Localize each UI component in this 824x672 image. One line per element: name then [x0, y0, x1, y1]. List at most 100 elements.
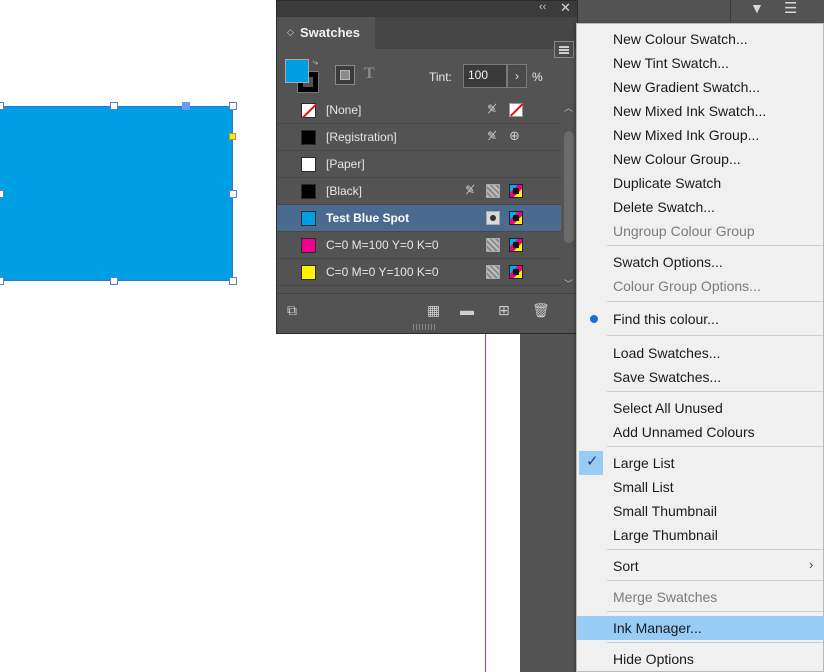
menu-item-new-mixed-ink-swatch[interactable]: New Mixed Ink Swatch... — [577, 99, 824, 123]
cc-libraries-icon[interactable]: ▦ — [427, 302, 440, 319]
tab-swatches[interactable]: ◇ Swatches — [277, 17, 375, 49]
menu-item-label: Find this colour... — [613, 311, 719, 327]
formatting-affects-container-button[interactable] — [335, 65, 355, 85]
show-swatch-kinds-icon[interactable]: ⧉ — [287, 302, 297, 319]
swatch-list-scrollbar[interactable]: ︿ ﹀ — [563, 101, 575, 293]
swatch-row-none[interactable]: [None] ✎̸ — [277, 97, 561, 124]
handle-top-left[interactable] — [0, 102, 4, 110]
menu-separator — [607, 611, 823, 612]
formatting-affects-text-button[interactable]: T — [364, 65, 375, 83]
menu-separator — [607, 580, 823, 581]
menu-item-merge-swatches[interactable]: Merge Swatches — [577, 585, 824, 609]
menu-item-ungroup-colour-group[interactable]: Ungroup Colour Group — [577, 219, 824, 243]
menu-item-label: Swatch Options... — [613, 254, 723, 270]
swatch-chip — [301, 103, 317, 119]
menu-item-select-all-unused[interactable]: Select All Unused — [577, 396, 824, 420]
swatch-row-paper[interactable]: [Paper] — [277, 151, 561, 178]
non-editable-icon: ✎̸ — [487, 102, 498, 116]
menu-item-swatch-options[interactable]: Swatch Options... — [577, 250, 824, 274]
swatch-row-black[interactable]: [Black] ✎̸ — [277, 178, 561, 205]
menu-item-save-swatches[interactable]: Save Swatches... — [577, 365, 824, 389]
panel-resize-grip[interactable] — [413, 324, 437, 330]
swatches-flyout-menu: New Colour Swatch... New Tint Swatch... … — [576, 23, 824, 672]
panel-title-bar[interactable]: ‹‹ ✕ — [277, 0, 577, 17]
scroll-up-icon[interactable]: ︿ — [564, 101, 573, 114]
menu-item-duplicate-swatch[interactable]: Duplicate Swatch — [577, 171, 824, 195]
menu-item-label: Delete Swatch... — [613, 199, 715, 215]
delete-swatch-trash-icon[interactable]: 🗑 — [532, 302, 550, 319]
swatch-row-magenta[interactable]: C=0 M=100 Y=0 K=0 — [277, 232, 561, 259]
menu-item-ink-manager[interactable]: Ink Manager... — [577, 616, 824, 640]
swatch-chip — [301, 130, 316, 145]
menu-item-label: Small Thumbnail — [613, 503, 718, 519]
menu-item-label: Colour Group Options... — [613, 278, 761, 294]
menu-separator — [607, 549, 823, 550]
menu-item-new-colour-swatch[interactable]: New Colour Swatch... — [577, 27, 824, 51]
process-color-icon — [509, 211, 523, 225]
swatch-name: C=0 M=100 Y=0 K=0 — [326, 238, 439, 252]
menu-item-colour-group-options[interactable]: Colour Group Options... — [577, 274, 824, 298]
menu-item-large-list[interactable]: ✓ Large List — [577, 451, 824, 475]
check-highlight: ✓ — [579, 451, 603, 475]
sort-icon[interactable]: ☰ — [784, 0, 797, 17]
swatch-row-test-blue-spot[interactable]: Test Blue Spot — [277, 205, 561, 232]
checkmark-icon: ✓ — [586, 453, 599, 470]
registration-icon: ⊕ — [509, 128, 520, 143]
swatch-chip — [301, 184, 316, 199]
handle-top-middle[interactable] — [110, 102, 118, 110]
tint-input[interactable]: 100 — [463, 64, 507, 88]
handle-top-right[interactable] — [229, 102, 237, 110]
menu-item-new-colour-group[interactable]: New Colour Group... — [577, 147, 824, 171]
menu-item-large-thumbnail[interactable]: Large Thumbnail — [577, 523, 824, 547]
menu-item-delete-swatch[interactable]: Delete Swatch... — [577, 195, 824, 219]
handle-bottom-left[interactable] — [0, 277, 4, 285]
menu-item-find-this-colour[interactable]: Find this colour... — [577, 307, 824, 331]
menu-separator — [607, 446, 823, 447]
menu-item-sort[interactable]: Sort › — [577, 554, 824, 578]
non-editable-icon: ✎̸ — [487, 129, 498, 143]
tint-slider-toggle[interactable]: › — [507, 64, 527, 88]
swap-fill-stroke-icon[interactable]: ⤷ — [313, 57, 318, 68]
process-color-icon — [509, 265, 523, 279]
menu-item-small-thumbnail[interactable]: Small Thumbnail — [577, 499, 824, 523]
fill-swatch[interactable] — [285, 59, 309, 83]
menu-item-add-unnamed-colours[interactable]: Add Unnamed Colours — [577, 420, 824, 444]
blue-rectangle-frame[interactable] — [0, 106, 233, 281]
non-editable-icon: ✎̸ — [465, 183, 476, 197]
menu-item-new-mixed-ink-group[interactable]: New Mixed Ink Group... — [577, 123, 824, 147]
swatch-chip — [301, 238, 316, 253]
swatch-row-yellow[interactable]: C=0 M=0 Y=100 K=0 — [277, 259, 561, 286]
swatch-row-registration[interactable]: [Registration] ✎̸ ⊕ — [277, 124, 561, 151]
spot-color-icon — [486, 211, 500, 225]
live-corner-handle[interactable] — [229, 133, 236, 140]
scroll-thumb[interactable] — [564, 131, 574, 243]
panel-menu-button[interactable] — [554, 41, 574, 58]
collapse-panel-icon[interactable]: ‹‹ — [539, 1, 546, 13]
swatch-name: [Registration] — [326, 130, 397, 144]
menu-item-label: Load Swatches... — [613, 345, 721, 361]
menu-item-label: New Tint Swatch... — [613, 55, 729, 71]
close-icon[interactable]: ✕ — [560, 0, 571, 16]
handle-bottom-middle[interactable] — [110, 277, 118, 285]
handle-middle-right[interactable] — [229, 190, 237, 198]
menu-item-new-gradient-swatch[interactable]: New Gradient Swatch... — [577, 75, 824, 99]
fill-stroke-proxy[interactable]: ⤷ — [285, 57, 323, 97]
handle-bottom-right[interactable] — [229, 277, 237, 285]
swatch-name: [Paper] — [326, 157, 365, 171]
handle-middle-left[interactable] — [0, 190, 4, 198]
filter-icon[interactable]: ▼ — [750, 0, 764, 16]
menu-item-label: Save Swatches... — [613, 369, 722, 385]
tab-expand-icon: ◇ — [287, 27, 294, 37]
menu-item-load-swatches[interactable]: Load Swatches... — [577, 341, 824, 365]
menu-item-hide-options[interactable]: Hide Options — [577, 647, 824, 671]
new-colour-group-folder-icon[interactable]: ▬ — [460, 302, 474, 318]
chevron-right-icon: › — [809, 557, 814, 572]
tint-label: Tint: — [429, 70, 452, 84]
handle-center-point[interactable] — [182, 102, 190, 110]
menu-item-label: Small List — [613, 479, 674, 495]
new-swatch-icon[interactable]: ⊞ — [498, 302, 510, 319]
scroll-down-icon[interactable]: ﹀ — [564, 277, 573, 290]
menu-item-label: Ungroup Colour Group — [613, 223, 755, 239]
menu-item-new-tint-swatch[interactable]: New Tint Swatch... — [577, 51, 824, 75]
menu-item-small-list[interactable]: Small List — [577, 475, 824, 499]
